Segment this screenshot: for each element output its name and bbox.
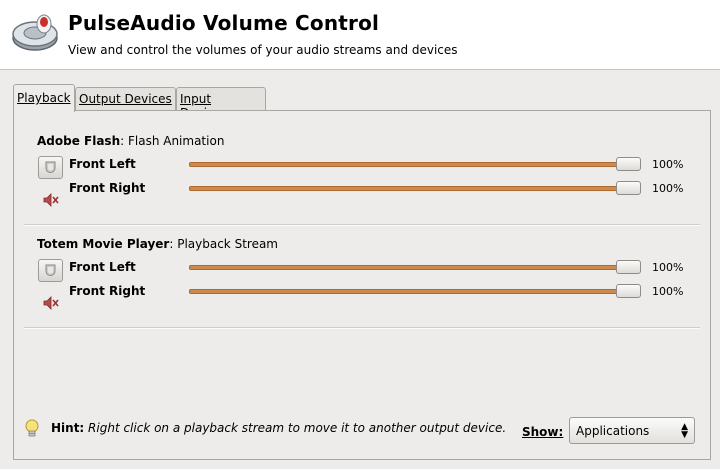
playback-panel: Adobe Flash: Flash Animation Front Left … [13,110,711,460]
tab-playback[interactable]: Playback [13,84,75,112]
speaker-app-icon [12,14,58,51]
channel-label: Front Left [69,260,136,274]
show-label: Show: [522,425,564,439]
stream-title: Adobe Flash: Flash Animation [37,134,225,148]
lock-channels-button[interactable] [38,156,63,179]
volume-slider-front-left[interactable] [189,156,641,172]
volume-percent: 100% [652,158,684,171]
channel-label: Front Right [69,284,146,298]
volume-slider-front-right[interactable] [189,283,641,299]
header: PulseAudio Volume Control View and contr… [0,0,720,70]
slider-thumb[interactable] [616,260,641,274]
app-subtitle: View and control the volumes of your aud… [68,43,458,57]
volume-slider-front-left[interactable] [189,259,641,275]
stream-title: Totem Movie Player: Playback Stream [37,237,278,251]
select-arrows-icon: ▲ ▼ [681,422,688,440]
lock-icon [45,264,56,276]
lock-icon [45,161,56,173]
select-value: Applications [576,424,650,438]
hint-row: Hint: Right click on a playback stream t… [24,417,507,441]
volume-percent: 100% [652,182,684,195]
stream-separator [24,327,700,329]
app-title: PulseAudio Volume Control [68,11,380,35]
show-filter-select[interactable]: Applications ▲ ▼ [569,417,695,444]
tab-output-devices[interactable]: Output Devices [75,87,176,111]
mute-icon[interactable] [42,193,60,207]
lock-channels-button[interactable] [38,259,63,282]
volume-percent: 100% [652,261,684,274]
stream-separator [24,224,700,226]
lightbulb-icon [25,419,39,437]
tab-input-devices[interactable]: Input Devices [176,87,266,120]
slider-thumb[interactable] [616,181,641,195]
volume-slider-front-right[interactable] [189,180,641,196]
volume-percent: 100% [652,285,684,298]
slider-thumb[interactable] [616,157,641,171]
channel-label: Front Right [69,181,146,195]
channel-label: Front Left [69,157,136,171]
mute-icon[interactable] [42,296,60,310]
hint-text: Hint: Right click on a playback stream t… [51,421,507,435]
slider-thumb[interactable] [616,284,641,298]
